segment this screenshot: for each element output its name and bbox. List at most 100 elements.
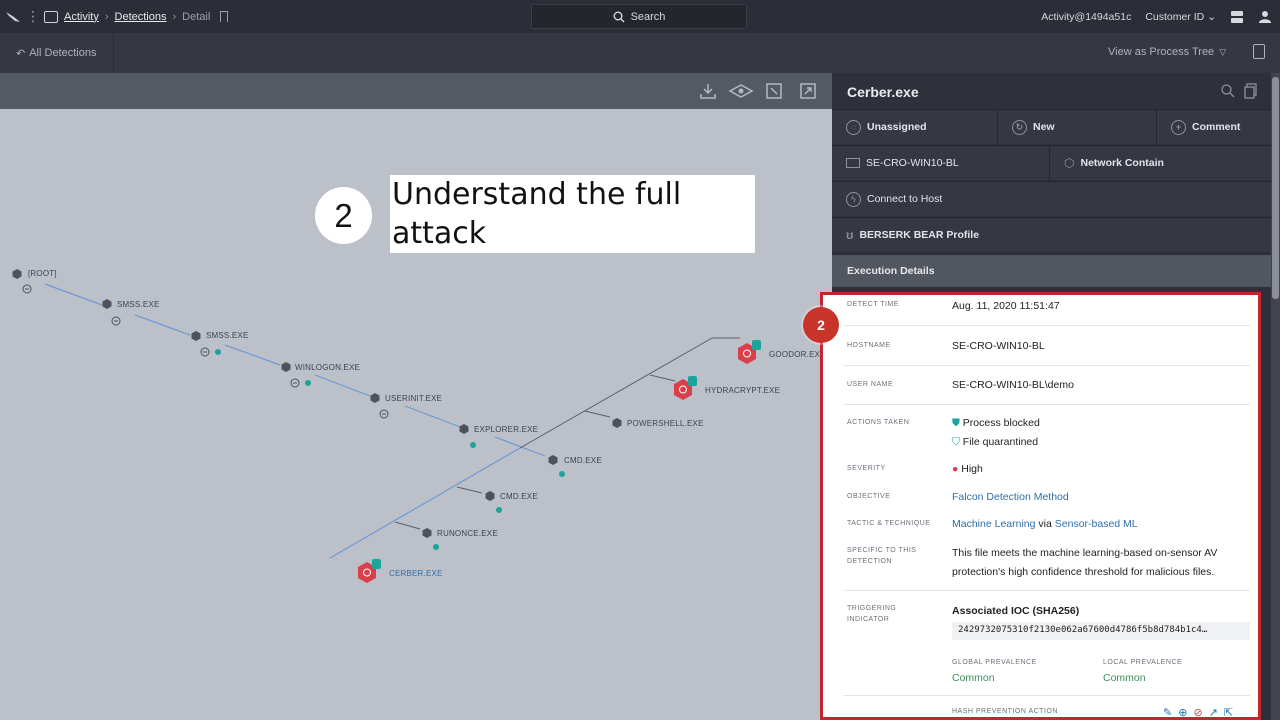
node-label[interactable]: POWERSHELL.EXE [627,419,704,428]
view-as-label: View as Process Tree [1108,46,1215,58]
execution-details-label: Execution Details [847,265,935,277]
tactic-value: Machine Learning via Sensor-based ML [952,517,1138,531]
panel-scrollbar[interactable] [1271,73,1280,720]
status-label: New [1033,121,1055,133]
share-icon[interactable]: ⇱ [1224,706,1233,717]
all-detections-button[interactable]: ↶ All Detections [0,33,114,73]
customer-id-label: Customer ID [1145,10,1205,23]
node-label[interactable]: HYDRACRYPT.EXE [705,386,780,395]
tactic-link[interactable]: Machine Learning [952,518,1035,530]
actor-profile-button[interactable]: ʊ BERSERK BEAR Profile [832,218,1272,253]
all-detections-label: All Detections [29,47,97,59]
shield-filled-icon: ⛊ [952,417,960,429]
username-label: USER NAME [847,381,894,388]
copy-icon[interactable] [1253,44,1265,59]
bookmark-icon[interactable] [220,11,229,22]
node-label[interactable]: CMD.EXE [564,456,602,465]
profile-label: BERSERK BEAR Profile [859,229,980,241]
severity-text: High [961,463,983,475]
breadcrumb-activity[interactable]: Activity [64,11,99,23]
divider [843,325,1250,326]
callout-line: Understand the full [392,177,682,212]
block-icon[interactable]: ⊘ [1193,706,1202,717]
severity-high-icon: ● [952,463,959,475]
specific-label-line: SPECIFIC TO THIS [847,547,917,554]
search-button[interactable]: Search [531,4,747,29]
fit-icon[interactable] [765,82,783,100]
zoom-icon[interactable] [1220,83,1236,99]
hostname-value: SE-CRO-WIN10-BL [952,340,1045,352]
chevron-right-icon: › [172,10,177,23]
host-label: SE-CRO-WIN10-BL [866,157,959,169]
comment-label: Comment [1192,121,1241,133]
breadcrumb-detail: Detail [182,10,211,23]
divider [843,404,1250,405]
node-label[interactable]: SMSS.EXE [117,300,160,309]
status-button[interactable]: ↻ New [998,109,1157,145]
severity-label: SEVERITY [847,465,886,472]
node-label[interactable]: CMD.EXE [500,492,538,501]
node-label[interactable]: USERINIT.EXE [385,394,442,403]
plus-icon: + [1171,119,1186,135]
triggering-label-line: TRIGGERING [847,605,897,612]
export-icon[interactable]: ↗ [1209,706,1218,717]
specific-line: This file meets the machine learning-bas… [952,547,1218,559]
assign-button[interactable]: ◌ Unassigned [832,109,998,145]
breadcrumb-detections[interactable]: Detections [115,11,167,23]
global-prevalence-value: Common [952,672,995,684]
host-button[interactable]: SE-CRO-WIN10-BL [832,145,1050,181]
network-contain-button[interactable]: ⬡ Network Contain [1050,146,1272,181]
comment-button[interactable]: + Comment [1157,110,1272,145]
assign-label: Unassigned [867,121,927,133]
menu-dots-icon[interactable]: ⋮ [26,8,40,25]
technique-link[interactable]: Sensor-based ML [1055,518,1138,530]
node-label[interactable]: [ROOT] [28,269,57,278]
account-label[interactable]: Activity@1494a51c [1041,11,1131,23]
node-label[interactable]: SMSS.EXE [206,331,249,340]
actions-label: ACTIONS TAKEN [847,419,910,426]
connect-host-button[interactable]: ϟ Connect to Host [832,182,1272,217]
action-text: File quarantined [962,436,1039,448]
execution-details-header[interactable]: Execution Details [832,255,1272,287]
triggering-label: TRIGGERING INDICATOR [847,603,896,625]
hostname-label: HOSTNAME [847,342,891,349]
eye-icon[interactable] [728,82,754,100]
divider [843,590,1250,591]
user-icon[interactable] [1258,10,1272,24]
app-grid-icon[interactable] [44,10,58,23]
ioc-title: Associated IOC (SHA256) [952,605,1080,617]
download-icon[interactable] [699,82,717,100]
top-bar: ⋮ Activity › Detections › Detail Search … [0,0,1280,33]
objective-link[interactable]: Falcon Detection Method [952,490,1069,504]
global-prevalence-label: GLOBAL PREVALENCE [952,659,1037,666]
view-as-dropdown[interactable]: View as Process Tree ▽ [1108,46,1226,58]
node-label[interactable]: WINLOGON.EXE [295,363,360,372]
connect-label: Connect to Host [867,193,943,205]
falcon-logo-icon[interactable] [0,0,26,33]
detect-time-label: DETECT TIME [847,301,899,308]
expand-icon[interactable] [799,82,817,100]
copy-icon[interactable] [1244,83,1258,99]
callout-line: attack [392,216,487,251]
node-label[interactable]: GOODOR.EXE [769,350,826,359]
node-label[interactable]: CERBER.EXE [389,569,443,578]
ioc-hash[interactable]: 2429732075310f2130e062a67600d4786f5b8d78… [952,622,1250,640]
scrollbar-thumb[interactable] [1272,77,1279,299]
step-badge: 2 [803,307,839,343]
specific-line: protection's high confidence threshold f… [952,566,1215,578]
objective-label: OBJECTIVE [847,493,891,500]
node-label[interactable]: EXPLORER.EXE [474,425,538,434]
switch-icon[interactable] [1230,10,1244,24]
customer-id-dropdown[interactable]: Customer ID ⌄ [1145,11,1216,23]
tactic-label: TACTIC & TECHNIQUE [847,520,931,527]
search-icon[interactable]: ⊕ [1178,706,1187,717]
user-icon: ◌ [846,119,861,135]
node-label[interactable]: RUNONCE.EXE [437,529,498,538]
username-value: SE-CRO-WIN10-BL\demo [952,379,1074,391]
shield-outline-icon: ⛉ [952,436,960,448]
severity-value: ● High [952,462,983,476]
edit-icon[interactable]: ✎ [1163,706,1172,717]
chevron-down-icon: ▽ [1219,46,1227,57]
triggering-label-line: INDICATOR [847,616,890,623]
bear-icon: ʊ [846,228,854,242]
